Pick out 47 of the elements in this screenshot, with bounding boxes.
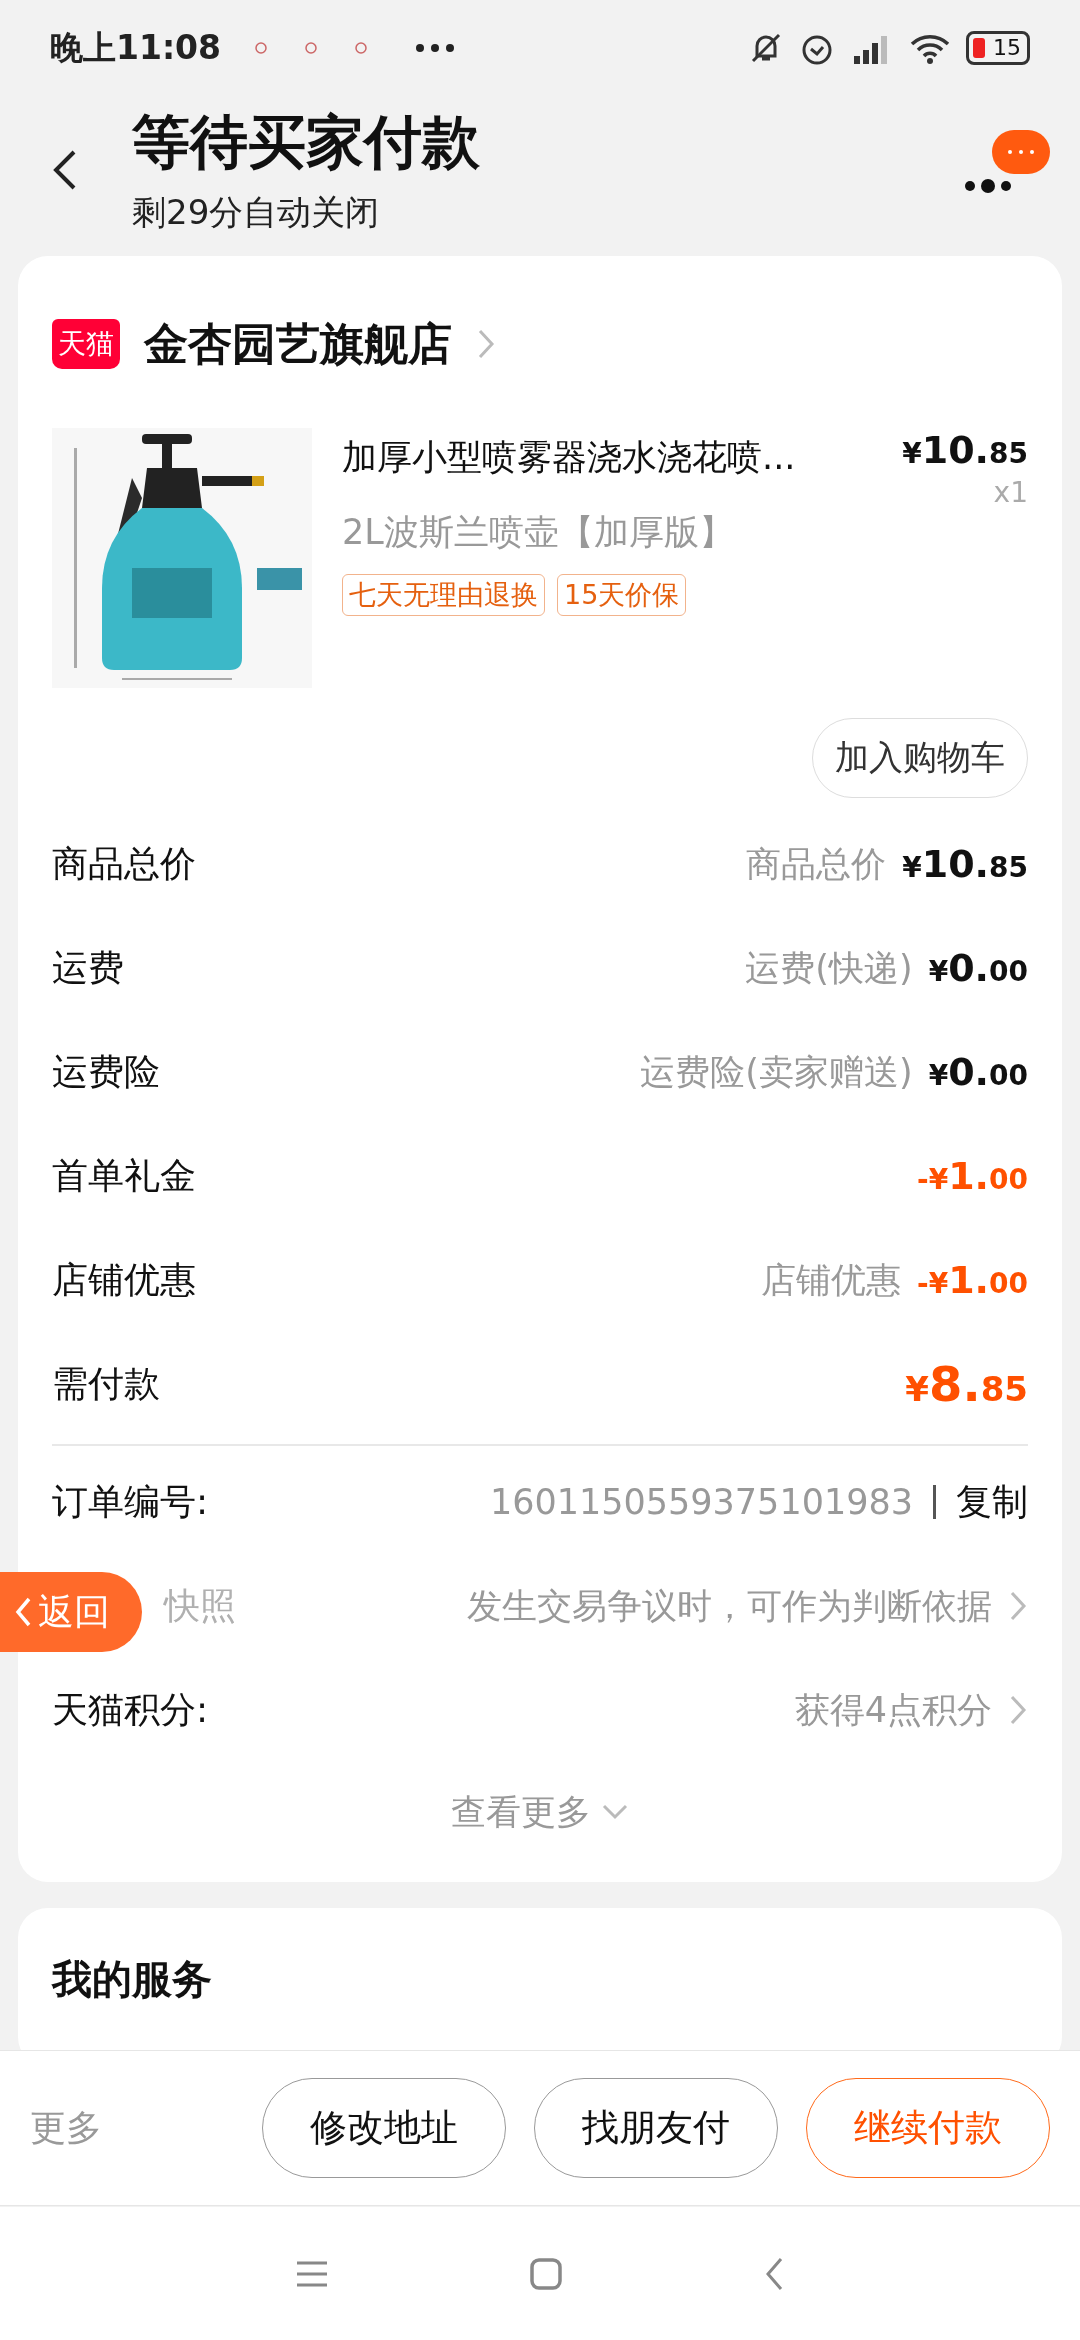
amount: ¥8.85 <box>905 1356 1028 1412</box>
row-note: 店铺优惠 <box>761 1258 902 1302</box>
countdown-text: 剩29分自动关闭 <box>132 191 381 234</box>
service-tag: 七天无理由退换 <box>342 574 545 616</box>
row-label: 快照 <box>164 1583 236 1628</box>
product-title[interactable]: 加厚小型喷雾器浇水浇花喷... <box>342 434 796 509</box>
action-button[interactable]: 修改地址 <box>262 2078 506 2178</box>
chevron-right-icon[interactable] <box>1008 1693 1028 1727</box>
menu-icon[interactable] <box>295 2259 329 2288</box>
row-note: 运费险(卖家赠送) <box>640 1050 913 1094</box>
row-value: 发生交易争议时，可作为判断依据 <box>467 1584 992 1628</box>
amount: ¥0.00 <box>928 1050 1028 1094</box>
row-label: 店铺优惠 <box>52 1257 196 1302</box>
store-name[interactable]: 金杏园艺旗舰店 <box>144 314 452 374</box>
chevron-down-icon[interactable] <box>601 1803 629 1821</box>
section-title: 我的服务 <box>52 1955 213 2004</box>
amount: ¥0.00 <box>928 946 1028 990</box>
service-tag: 15天价保 <box>557 574 687 616</box>
row-label: 需付款 <box>52 1361 160 1406</box>
chevron-left-icon <box>14 1596 32 1628</box>
add-to-cart-button[interactable]: 加入购物车 <box>812 718 1028 798</box>
home-icon[interactable] <box>529 2256 563 2291</box>
action-button[interactable]: 找朋友付 <box>534 2078 778 2178</box>
chevron-right-icon[interactable] <box>1008 1589 1028 1623</box>
page-title: 等待买家付款 <box>132 107 481 178</box>
amount: -¥1.00 <box>917 1154 1028 1198</box>
battery-indicator: 15 <box>966 31 1030 65</box>
row-note: 运费(快递) <box>745 946 913 990</box>
row-label: 首单礼金 <box>52 1153 196 1198</box>
row-label: 运费 <box>52 945 124 990</box>
status-time: 晚上11:08 <box>50 26 222 69</box>
more-notifications-icon <box>415 43 456 53</box>
quantity: x1 <box>993 476 1028 509</box>
copy-link[interactable]: 复制 <box>956 1477 1028 1527</box>
row-note: 商品总价 <box>746 842 887 886</box>
product-price: ¥10.85 <box>902 428 1028 472</box>
row-label: 运费险 <box>52 1049 160 1094</box>
amount: -¥1.00 <box>917 1258 1028 1302</box>
row-value: 1601150559375101983 <box>489 1482 913 1522</box>
row-label: 订单编号: <box>52 1479 209 1524</box>
chevron-right-icon[interactable] <box>476 327 496 361</box>
row-value: 获得4点积分 <box>794 1688 992 1732</box>
store-badge: 天猫 <box>52 319 120 369</box>
product-variant: 2L波斯兰喷壶【加厚版】 <box>342 511 735 554</box>
amount: ¥10.85 <box>902 842 1028 886</box>
row-label: 天猫积分: <box>52 1687 209 1732</box>
row-label: 商品总价 <box>52 841 196 886</box>
